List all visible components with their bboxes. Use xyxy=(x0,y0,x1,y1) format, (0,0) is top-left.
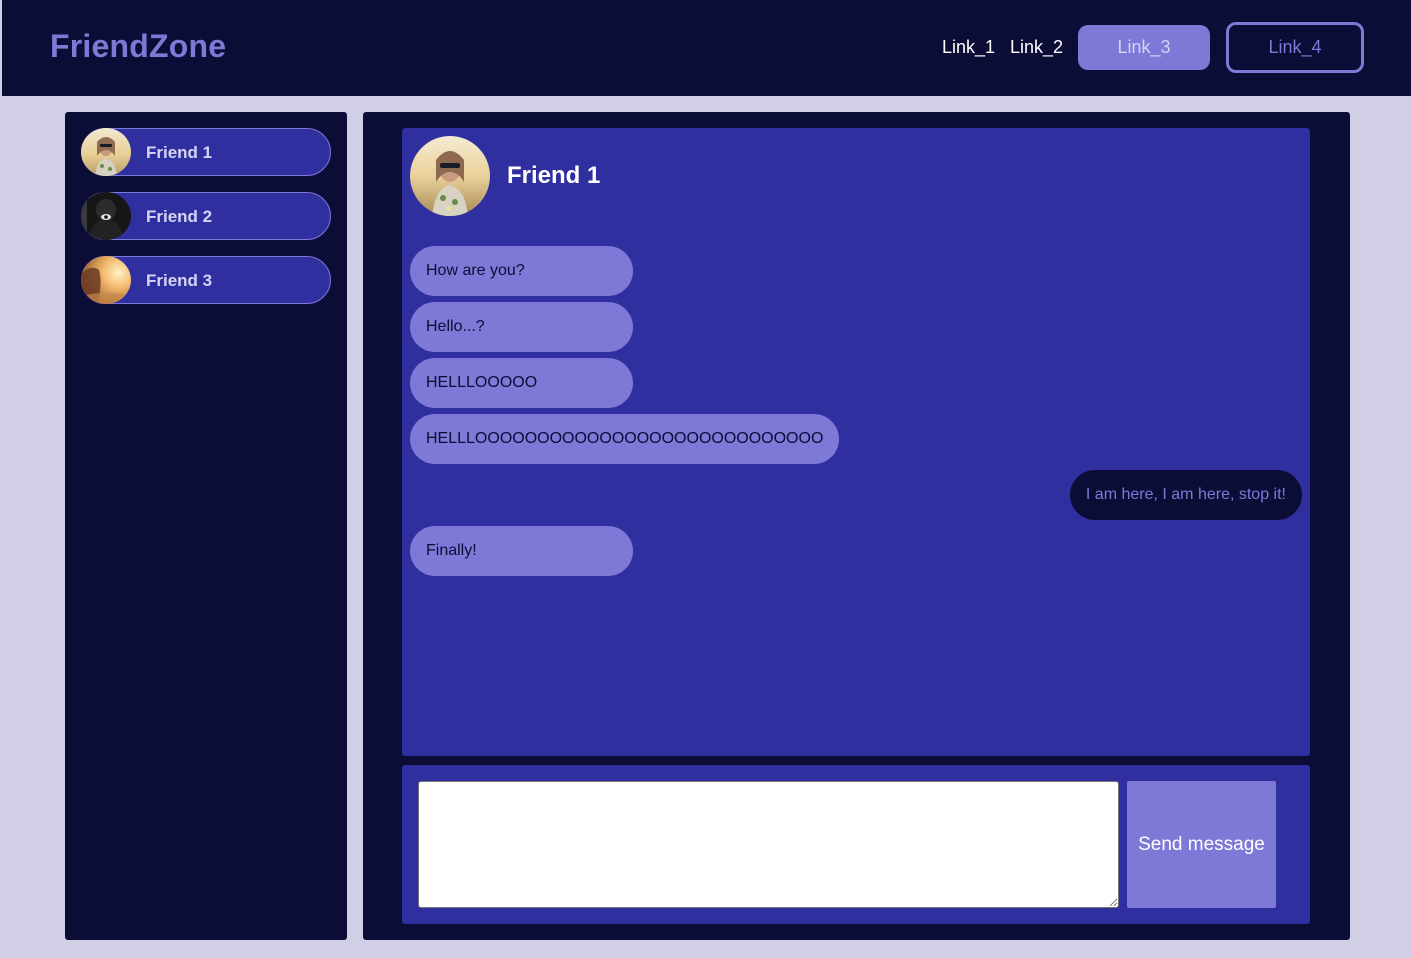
contact-avatar xyxy=(410,136,490,216)
incoming-message: HELLLOOOOO xyxy=(410,358,633,408)
friend-name: Friend 3 xyxy=(146,271,213,290)
sunset-avatar-icon xyxy=(81,256,131,304)
incoming-message: Finally! xyxy=(410,526,633,576)
chat-area: Friend 1 How are you? Hello...? HELLLOOO… xyxy=(363,112,1350,940)
friends-sidebar: Friend 1 Friend 2 Friend 3 xyxy=(65,112,347,940)
incoming-message: How are you? xyxy=(410,246,633,296)
portrait-avatar-icon xyxy=(81,128,131,176)
nav-link-1[interactable]: Link_1 xyxy=(942,37,995,58)
portrait-avatar-icon xyxy=(410,136,490,216)
conversation-panel[interactable]: Friend 1 How are you? Hello...? HELLLOOO… xyxy=(402,128,1310,756)
avatar xyxy=(81,128,131,176)
friend-list-item-3[interactable]: Friend 3 xyxy=(81,256,331,304)
incoming-message: Hello...? xyxy=(410,302,633,352)
nav-button-link-4[interactable]: Link_4 xyxy=(1226,22,1364,73)
outgoing-message: I am here, I am here, stop it! xyxy=(1069,470,1302,520)
friend-name: Friend 1 xyxy=(146,143,213,162)
message-composer: Send message xyxy=(402,765,1310,924)
avatar xyxy=(81,192,131,240)
app-logo[interactable]: FriendZone xyxy=(50,28,226,65)
nav-button-link-3[interactable]: Link_3 xyxy=(1078,25,1210,70)
friend-list-item-2[interactable]: Friend 2 xyxy=(81,192,331,240)
friend-name: Friend 2 xyxy=(146,207,213,226)
avatar xyxy=(81,256,131,304)
send-message-button[interactable]: Send message xyxy=(1127,781,1276,908)
friend-list-item-1[interactable]: Friend 1 xyxy=(81,128,331,176)
dark-figure-avatar-icon xyxy=(81,192,131,240)
incoming-message: HELLLOOOOOOOOOOOOOOOOOOOOOOOOOOOO xyxy=(410,414,840,464)
top-navbar: FriendZone Link_1 Link_2 Link_3 Link_4 xyxy=(2,0,1411,96)
contact-name: Friend 1 xyxy=(507,162,601,189)
message-input[interactable] xyxy=(418,781,1119,908)
nav-link-2[interactable]: Link_2 xyxy=(1010,37,1063,58)
